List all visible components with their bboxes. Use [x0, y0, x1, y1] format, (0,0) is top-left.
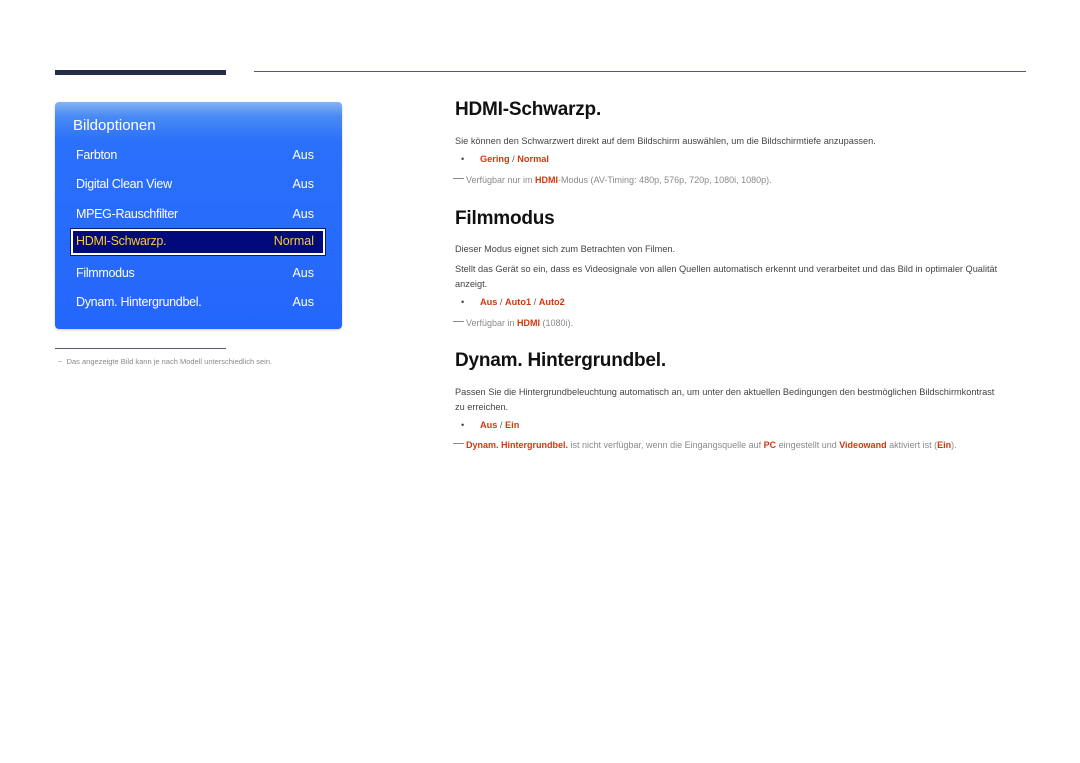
section-paragraph: Sie können den Schwarzwert direkt auf de… — [455, 136, 876, 146]
option: Auto2 — [538, 297, 565, 307]
menu-item-label: Dynam. Hintergrundbel. — [76, 295, 202, 309]
note-dash-icon — [453, 321, 464, 322]
note-dash-icon — [453, 443, 464, 444]
section-heading-hdmi-schwarzp: HDMI-Schwarzp. — [455, 99, 602, 120]
section-paragraph: Dieser Modus eignet sich zum Betrachten … — [455, 244, 676, 254]
bullet-icon: • — [461, 297, 465, 307]
menu-item-digital-clean-view[interactable]: Digital Clean View Aus — [71, 172, 325, 198]
menu-item-value: Normal — [273, 234, 314, 248]
menu-title: Bildoptionen — [73, 117, 156, 134]
availability-note: Verfügbar nur im HDMI-Modus (AV-Timing: … — [453, 175, 772, 185]
option: Aus — [480, 420, 498, 430]
footnote-rule — [55, 348, 226, 349]
menu-item-dynam-hintergrundbel[interactable]: Dynam. Hintergrundbel. Aus — [71, 290, 325, 316]
footnote-text: Das angezeigte Bild kann je nach Modell … — [66, 357, 273, 366]
menu-item-farbton[interactable]: Farbton Aus — [71, 143, 325, 169]
header-rule-thin — [254, 71, 1026, 72]
option: Aus — [480, 297, 498, 307]
bullet-icon: • — [461, 154, 465, 164]
section-paragraph: Stellt das Gerät so ein, dass es Videosi… — [455, 264, 998, 289]
availability-note: Dynam. Hintergrundbel. ist nicht verfügb… — [453, 440, 957, 450]
menu-item-label: Farbton — [76, 148, 117, 162]
menu-item-hdmi-schwarzp[interactable]: HDMI-Schwarzp. Normal — [70, 228, 326, 256]
section-heading-filmmodus: Filmmodus — [455, 208, 555, 229]
menu-item-label: Digital Clean View — [76, 177, 172, 191]
availability-note: Verfügbar in HDMI (1080i). — [453, 318, 573, 328]
menu-item-mpeg-rauschfilter[interactable]: MPEG-Rauschfilter Aus — [71, 202, 325, 228]
option: Gering — [480, 154, 510, 164]
bullet-icon: • — [461, 420, 465, 430]
section-paragraph: Passen Sie die Hintergrundbeleuchtung au… — [455, 387, 995, 412]
header-rule-thick — [55, 70, 226, 75]
picture-options-menu: Bildoptionen Farbton Aus Digital Clean V… — [55, 102, 342, 329]
menu-item-value: Aus — [292, 148, 314, 162]
menu-item-label: HDMI-Schwarzp. — [76, 234, 167, 248]
menu-item-value: Aus — [292, 177, 314, 191]
menu-item-label: MPEG-Rauschfilter — [76, 207, 178, 221]
footnote: − Das angezeigte Bild kann je nach Model… — [58, 357, 272, 366]
footnote-dash: − — [58, 357, 67, 366]
menu-item-value: Aus — [292, 266, 314, 280]
note-dash-icon — [453, 178, 464, 179]
menu-item-value: Aus — [292, 207, 314, 221]
option: Auto1 — [505, 297, 532, 307]
option: Normal — [517, 154, 549, 164]
menu-item-label: Filmmodus — [76, 266, 135, 280]
option: Ein — [505, 420, 520, 430]
section-heading-dynam-hintergrundbel: Dynam. Hintergrundbel. — [455, 350, 666, 371]
menu-item-filmmodus[interactable]: Filmmodus Aus — [71, 261, 325, 287]
menu-item-value: Aus — [292, 295, 314, 309]
